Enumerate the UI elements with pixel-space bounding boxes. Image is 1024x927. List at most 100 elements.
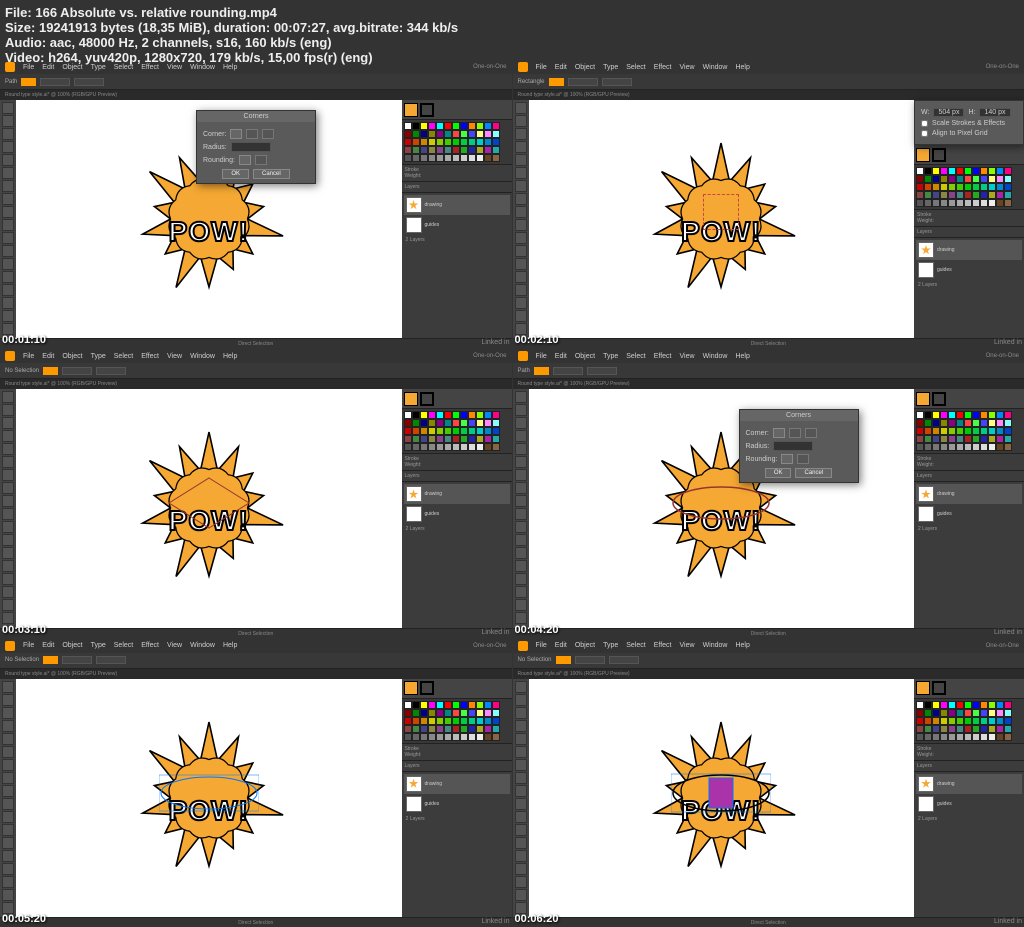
swatch[interactable] (980, 419, 988, 427)
swatch[interactable] (404, 146, 412, 154)
swatch[interactable] (948, 199, 956, 207)
layer-drawing[interactable]: drawing (916, 240, 1022, 260)
swatch[interactable] (948, 701, 956, 709)
swatch[interactable] (428, 154, 436, 162)
swatch[interactable] (484, 411, 492, 419)
menu-help[interactable]: Help (223, 353, 237, 360)
swatch[interactable] (996, 183, 1004, 191)
tool-0[interactable] (515, 102, 527, 114)
swatch[interactable] (452, 154, 460, 162)
tool-7[interactable] (515, 772, 527, 784)
menu-type[interactable]: Type (91, 353, 106, 360)
swatch[interactable] (988, 191, 996, 199)
swatch[interactable] (988, 701, 996, 709)
swatch[interactable] (940, 725, 948, 733)
tool-13[interactable] (515, 560, 527, 572)
swatch[interactable] (948, 175, 956, 183)
swatch[interactable] (948, 411, 956, 419)
tool-10[interactable] (515, 232, 527, 244)
stroke-swatch[interactable] (932, 681, 946, 695)
swatch[interactable] (436, 411, 444, 419)
swatch[interactable] (948, 427, 956, 435)
swatch[interactable] (996, 701, 1004, 709)
swatch[interactable] (940, 709, 948, 717)
tool-10[interactable] (2, 811, 14, 823)
menu-effect[interactable]: Effect (141, 353, 159, 360)
swatch[interactable] (996, 717, 1004, 725)
swatch[interactable] (428, 435, 436, 443)
swatch[interactable] (452, 138, 460, 146)
menu-edit[interactable]: Edit (555, 64, 567, 71)
corner-type-button[interactable] (230, 129, 242, 139)
swatch[interactable] (924, 435, 932, 443)
swatch[interactable] (980, 709, 988, 717)
swatch[interactable] (492, 709, 500, 717)
swatch[interactable] (972, 701, 980, 709)
layer-guides[interactable]: guides (916, 504, 1022, 524)
fill-swatch[interactable] (404, 681, 418, 695)
swatch[interactable] (932, 435, 940, 443)
swatch[interactable] (940, 419, 948, 427)
workspace-name[interactable]: One-on-One (473, 643, 506, 649)
swatch[interactable] (428, 146, 436, 154)
tool-17[interactable] (515, 612, 527, 624)
swatch[interactable] (436, 443, 444, 451)
swatch[interactable] (1004, 709, 1012, 717)
swatch[interactable] (956, 717, 964, 725)
fill-swatch[interactable] (916, 392, 930, 406)
swatch[interactable] (444, 138, 452, 146)
swatch[interactable] (1004, 183, 1012, 191)
swatch[interactable] (964, 167, 972, 175)
swatch[interactable] (492, 419, 500, 427)
swatch[interactable] (468, 154, 476, 162)
swatch[interactable] (916, 443, 924, 451)
tool-0[interactable] (515, 391, 527, 403)
swatch[interactable] (404, 717, 412, 725)
layer-guides[interactable]: guides (404, 794, 510, 814)
tool-11[interactable] (515, 824, 527, 836)
swatch[interactable] (412, 138, 420, 146)
document-tab[interactable]: Round type style.ai* @ 100% (RGB/GPU Pre… (518, 92, 630, 98)
tool-8[interactable] (515, 206, 527, 218)
swatch[interactable] (956, 411, 964, 419)
swatch[interactable] (460, 427, 468, 435)
tool-8[interactable] (515, 785, 527, 797)
swatch[interactable] (996, 167, 1004, 175)
swatch[interactable] (916, 167, 924, 175)
swatch[interactable] (420, 411, 428, 419)
swatch[interactable] (940, 411, 948, 419)
layer-drawing[interactable]: drawing (404, 484, 510, 504)
swatch[interactable] (412, 717, 420, 725)
canvas[interactable]: POW! Corners Corner: Radius: Rounding: O… (529, 389, 915, 627)
swatch[interactable] (492, 717, 500, 725)
layer-guides[interactable]: guides (916, 260, 1022, 280)
swatch[interactable] (948, 709, 956, 717)
swatch[interactable] (940, 435, 948, 443)
tool-5[interactable] (2, 456, 14, 468)
canvas[interactable]: POW! (16, 389, 402, 627)
document-tab[interactable]: Round type style.ai* @ 100% (RGB/GPU Pre… (518, 381, 630, 387)
swatch[interactable] (484, 154, 492, 162)
swatch[interactable] (972, 435, 980, 443)
swatch[interactable] (924, 411, 932, 419)
radius-input[interactable] (773, 441, 813, 451)
document-tab[interactable]: Round type style.ai* @ 100% (RGB/GPU Pre… (5, 671, 117, 677)
tool-3[interactable] (515, 141, 527, 153)
tool-2[interactable] (2, 417, 14, 429)
tool-1[interactable] (2, 115, 14, 127)
swatch[interactable] (404, 122, 412, 130)
swatch[interactable] (428, 709, 436, 717)
swatch[interactable] (964, 191, 972, 199)
tool-12[interactable] (2, 837, 14, 849)
fill-swatch[interactable] (404, 103, 418, 117)
swatch[interactable] (452, 701, 460, 709)
swatch[interactable] (412, 701, 420, 709)
swatch[interactable] (460, 154, 468, 162)
swatch[interactable] (476, 154, 484, 162)
tool-1[interactable] (2, 404, 14, 416)
tool-6[interactable] (2, 469, 14, 481)
swatch[interactable] (484, 725, 492, 733)
tool-2[interactable] (2, 707, 14, 719)
swatch[interactable] (412, 427, 420, 435)
swatch[interactable] (444, 411, 452, 419)
